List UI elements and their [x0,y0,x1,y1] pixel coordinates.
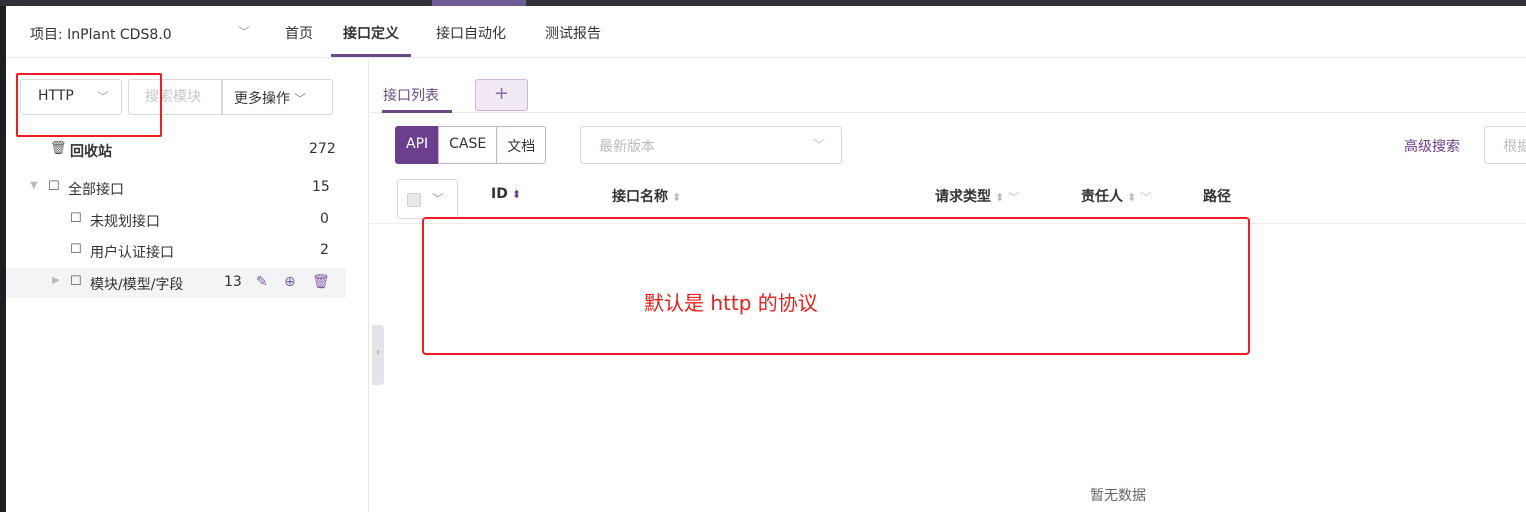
chevron-down-icon: ﹀ [294,92,307,106]
segment-case[interactable]: CASE [438,126,498,164]
tab-test-report[interactable]: 测试报告 [545,23,601,43]
segment-api[interactable]: API [395,126,440,164]
recycle-bin-item[interactable]: 🗑 回收站 272 [6,135,346,165]
sort-icon[interactable]: ⬍ [995,191,1004,204]
sort-icon[interactable]: ⬍ [1127,191,1136,204]
column-path: 路径 [1203,186,1231,206]
column-method[interactable]: 请求类型 ⬍ ﹀ [935,186,1019,206]
folder-icon: ☐ [70,211,82,226]
tab-api-definition[interactable]: 接口定义 [343,23,399,43]
version-select[interactable]: 最新版本 ﹀ [580,126,842,164]
empty-state-text: 暂无数据 [1090,488,1146,504]
tree-node-count: 15 [312,179,330,195]
column-name-label: 接口名称 [612,189,668,205]
filter-chevron-icon[interactable]: ﹀ [1008,191,1019,204]
edit-icon[interactable]: ✎ [256,274,268,290]
subtab-bar: 接口列表 + [370,59,1526,113]
api-search-input[interactable]: 根据 [1484,126,1526,164]
active-subtab-indicator [382,110,452,113]
tree-node-count: 13 [224,274,242,290]
mode-segmented-control: API CASE 文档 [395,126,547,164]
tree-node-module-model-field[interactable]: ▶ ☐ 模块/模型/字段 13 ✎ ⊕ 🗑 [6,268,346,298]
module-sidebar: HTTP ﹀ 更多操作﹀ 🗑 回收站 272 ▼ ☐ 全部接口 15 ☐ 未规划… [6,59,369,512]
annotation-callout-box [422,217,1250,355]
select-all-dropdown[interactable]: ﹀ [397,179,458,219]
select-all-checkbox[interactable] [407,193,421,207]
column-name[interactable]: 接口名称 ⬍ [612,186,681,206]
annotation-text: 默认是 http 的协议 [644,291,818,315]
trash-icon: 🗑 [50,141,67,156]
table-header: ﹀ ID ⬍ 接口名称 ⬍ 请求类型 ⬍ ﹀ 责任人 ⬍ ﹀ 路径 [370,169,1526,224]
column-owner-label: 责任人 [1081,189,1123,205]
tree-node-label: 模块/模型/字段 [90,277,184,293]
recycle-bin-label: 回收站 [70,144,112,160]
chevron-down-icon[interactable]: ﹀ [238,23,250,40]
annotation-highlight-box [16,73,162,137]
add-circle-icon[interactable]: ⊕ [284,274,296,290]
column-owner[interactable]: 责任人 ⬍ ﹀ [1081,186,1151,206]
filter-chevron-icon[interactable]: ﹀ [1140,191,1151,204]
tree-node-label: 未规划接口 [90,214,160,230]
app-frame: 项目: InPlant CDS8.0 ﹀ 首页 接口定义 接口自动化 测试报告 … [6,6,1526,512]
top-nav: 项目: InPlant CDS8.0 ﹀ 首页 接口定义 接口自动化 测试报告 [6,6,1526,58]
subtab-api-list[interactable]: 接口列表 [383,85,439,105]
api-search-placeholder: 根据 [1503,139,1526,155]
delete-icon[interactable]: 🗑 [312,274,330,290]
tab-api-automation[interactable]: 接口自动化 [436,23,506,43]
active-tab-indicator [331,54,411,57]
version-placeholder: 最新版本 [599,139,655,155]
more-actions-button[interactable]: 更多操作 ﹀ [222,79,333,115]
api-list-panel: 接口列表 + API CASE 文档 最新版本 ﹀ 高级搜索 根据 ﹀ ID ⬍ … [370,59,1526,512]
folder-icon: ☐ [48,179,60,194]
advanced-search-link[interactable]: 高级搜索 [1404,136,1460,156]
recycle-bin-count: 272 [309,141,336,157]
column-path-label: 路径 [1203,189,1231,205]
tree-node-label: 用户认证接口 [90,245,174,261]
caret-right-icon[interactable]: ▶ [52,275,60,286]
tree-node-unplanned[interactable]: ☐ 未规划接口 0 [6,205,346,235]
folder-icon: ☐ [70,242,82,257]
sort-icon[interactable]: ⬍ [512,188,521,201]
caret-down-icon[interactable]: ▼ [30,180,38,191]
sort-icon[interactable]: ⬍ [672,191,681,204]
folder-icon: ☐ [70,274,82,289]
chevron-down-icon[interactable]: ﹀ [432,190,444,207]
segment-doc[interactable]: 文档 [496,126,547,164]
column-id-label: ID [491,186,508,202]
column-method-label: 请求类型 [935,189,991,205]
tree-node-all[interactable]: ▼ ☐ 全部接口 15 [6,173,346,203]
tree-node-count: 0 [320,211,329,227]
column-id[interactable]: ID ⬍ [491,186,521,202]
add-tab-button[interactable]: + [475,79,528,111]
tree-node-label: 全部接口 [68,182,124,198]
project-selector[interactable]: 项目: InPlant CDS8.0 [30,24,172,44]
tab-home[interactable]: 首页 [285,23,313,43]
chevron-down-icon: ﹀ [813,138,826,152]
tree-node-count: 2 [320,242,329,258]
tree-node-auth[interactable]: ☐ 用户认证接口 2 [6,236,346,266]
more-actions-label: 更多操作 [234,91,290,107]
